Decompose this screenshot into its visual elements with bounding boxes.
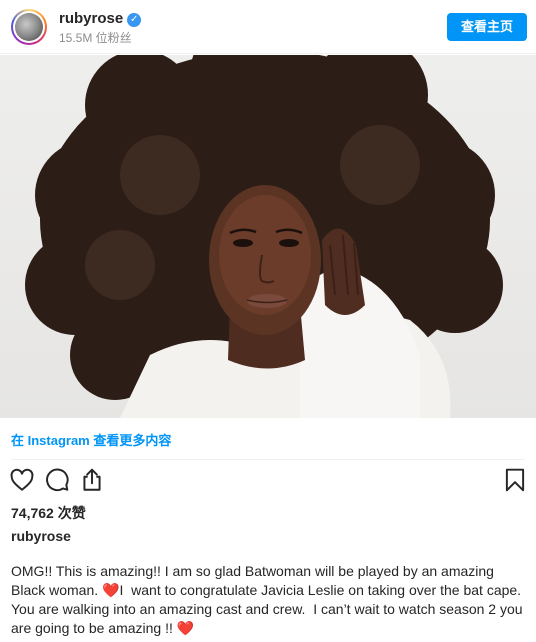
verified-badge-icon: ✓: [127, 13, 142, 27]
divider: [11, 459, 525, 460]
view-on-instagram-link[interactable]: 在 Instagram 查看更多内容: [11, 430, 171, 449]
post-header: rubyrose ✓ 15.5M 位粉丝 查看主页: [0, 0, 536, 54]
post-photo[interactable]: [0, 55, 536, 418]
heart-icon[interactable]: [9, 467, 37, 495]
like-count[interactable]: 74,762 次赞: [11, 503, 86, 523]
portrait-image: [25, 55, 503, 418]
view-profile-button[interactable]: 查看主页: [447, 13, 527, 41]
share-icon[interactable]: [79, 467, 107, 495]
heart-emoji: ❤️: [102, 582, 120, 598]
heart-emoji: ❤️: [176, 620, 195, 636]
comment-icon[interactable]: [44, 467, 72, 495]
caption-text: OMG!! This is amazing!! I am so glad Bat…: [11, 562, 525, 638]
follower-count: 15.5M 位粉丝: [59, 31, 132, 45]
action-bar: [0, 467, 536, 499]
username[interactable]: rubyrose: [59, 10, 123, 27]
caption-username[interactable]: rubyrose: [11, 528, 71, 544]
bookmark-icon[interactable]: [502, 467, 530, 495]
avatar[interactable]: [11, 9, 47, 45]
username-row[interactable]: rubyrose ✓: [59, 10, 142, 27]
